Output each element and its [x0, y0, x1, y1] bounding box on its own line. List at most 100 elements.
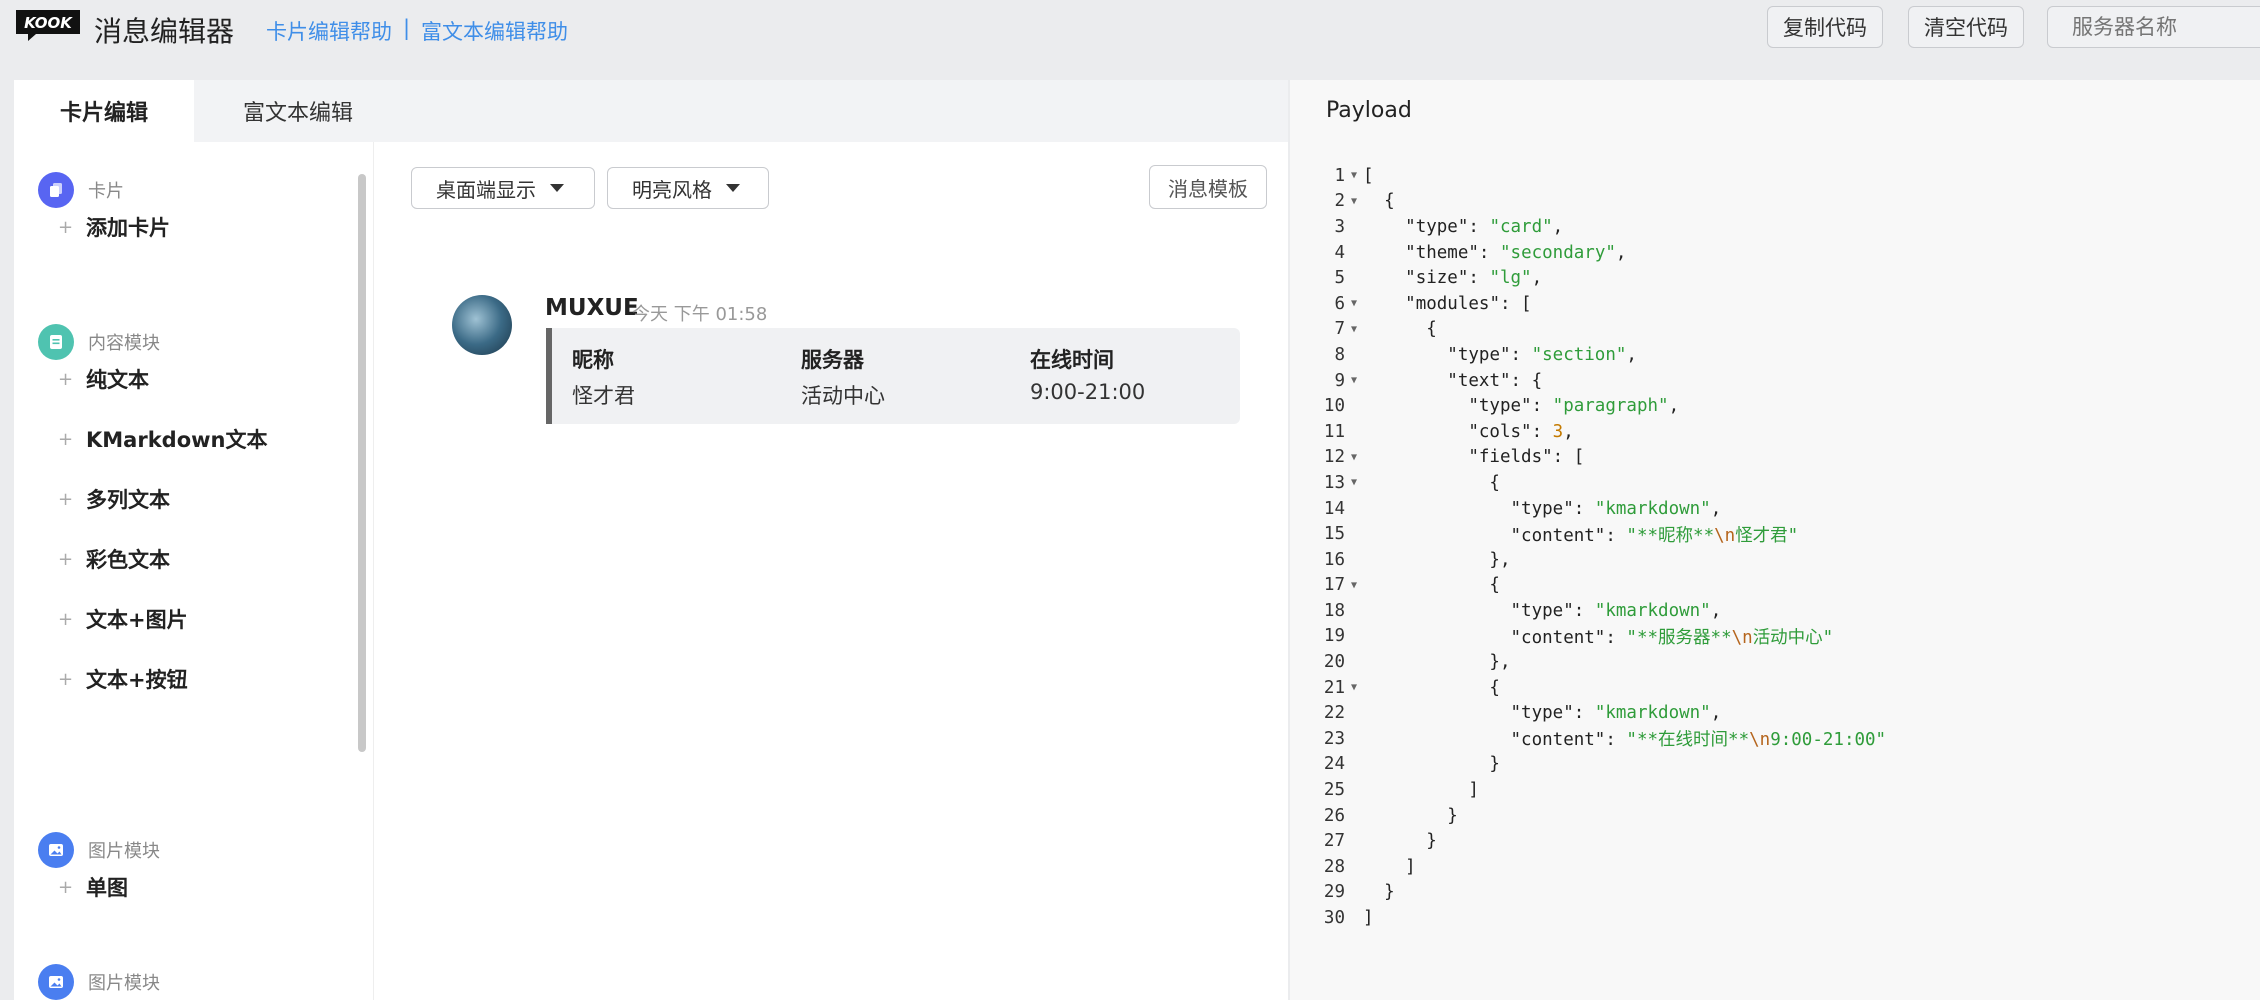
caret-down-icon [726, 184, 740, 192]
copy-code-button[interactable]: 复制代码 [1767, 6, 1883, 48]
line-number: 26 [1323, 805, 1345, 826]
field-title: 在线时间 [1030, 348, 1114, 372]
richtext-help-link[interactable]: 富文本编辑帮助 [421, 16, 568, 46]
server-name-input[interactable] [2047, 6, 2260, 48]
fold-arrow-icon[interactable]: ▼ [1345, 580, 1363, 591]
code-line: 28 ] [1290, 854, 2260, 880]
line-number: 27 [1323, 831, 1345, 852]
sidebar-section: 卡片 [38, 172, 124, 208]
field-title: 服务器 [801, 348, 864, 372]
code-text: }, [1363, 652, 1511, 673]
code-line: 4 "theme": "secondary", [1290, 240, 2260, 266]
tab-richtext-edit[interactable]: 富文本编辑 [194, 80, 402, 142]
code-line: 22 "type": "kmarkdown", [1290, 700, 2260, 726]
code-text: "type": "kmarkdown", [1510, 498, 1722, 519]
sidebar-section: 图片模块 [38, 832, 160, 868]
code-text: "content": "**昵称**\n怪才君" [1510, 525, 1799, 546]
fold-arrow-icon[interactable]: ▼ [1345, 477, 1363, 488]
payload-panel: Payload 1 ▼[2 ▼ {3 "type": "card", 4 "theme… [1290, 80, 2260, 1000]
code-editor[interactable]: 1 ▼[2 ▼ {3 "type": "card", 4 "theme": "seco… [1290, 163, 2260, 931]
code-text: "type": "paragraph", [1468, 396, 1680, 417]
code-line: 12 ▼ "fields": [ [1290, 445, 2260, 471]
theme-dropdown[interactable]: 明亮风格 [607, 167, 769, 209]
fold-arrow-icon[interactable]: ▼ [1345, 170, 1363, 181]
sidebar-section-label: 图片模块 [88, 973, 160, 994]
sidebar-item[interactable]: + 纯文本 [58, 364, 149, 394]
code-line: 10 "type": "paragraph", [1290, 393, 2260, 419]
editor-panel: 卡片编辑 富文本编辑 卡片 + 添加卡片 内容模块 + 纯文本 + KMarkdown文本 + 多… [14, 80, 1288, 1000]
message-username: MUXUE [545, 295, 639, 321]
code-text: ] [1363, 856, 1416, 877]
page-title: 消息编辑器 [94, 15, 235, 48]
text-module-icon [38, 324, 74, 360]
tab-card-edit[interactable]: 卡片编辑 [14, 80, 194, 142]
code-text: "type": "card", [1405, 216, 1564, 237]
code-line: 20 }, [1290, 649, 2260, 675]
sidebar-item[interactable]: + 多列文本 [58, 484, 170, 514]
fold-arrow-icon[interactable]: ▼ [1345, 324, 1363, 335]
line-number: 7 [1334, 319, 1345, 340]
plus-icon: + [58, 548, 74, 570]
sidebar-section-label: 卡片 [88, 181, 124, 202]
field-value: 9:00-21:00 [1030, 380, 1146, 404]
code-text: } [1363, 831, 1437, 852]
plus-icon: + [58, 216, 74, 238]
avatar [452, 295, 512, 355]
message-template-button[interactable]: 消息模板 [1149, 165, 1267, 209]
app-header: KOOK 消息编辑器 卡片编辑帮助 | 富文本编辑帮助 复制代码 清空代码 [0, 0, 2260, 80]
code-line: 29 } [1290, 880, 2260, 906]
plus-icon: + [58, 428, 74, 450]
code-line: 7 ▼ { [1290, 317, 2260, 343]
plus-icon: + [58, 368, 74, 390]
code-text: ] [1363, 908, 1374, 929]
theme-dropdown-label: 明亮风格 [632, 177, 712, 202]
sidebar-scrollbar[interactable] [358, 174, 366, 752]
sidebar-item[interactable]: + 添加卡片 [58, 212, 170, 242]
kook-logo: KOOK [14, 8, 82, 42]
field-value: 怪才君 [572, 384, 635, 408]
fold-arrow-icon[interactable]: ▼ [1345, 452, 1363, 463]
line-number: 17 [1323, 575, 1345, 596]
fold-arrow-icon[interactable]: ▼ [1345, 682, 1363, 693]
sidebar-item[interactable]: + 文本+按钮 [58, 664, 188, 694]
sidebar-item[interactable]: + 文本+图片 [58, 604, 188, 634]
card-preview: 昵称 怪才君 服务器 活动中心 在线时间 9:00-21:00 [546, 328, 1240, 424]
field-title: 昵称 [572, 348, 614, 372]
code-line: 14 "type": "kmarkdown", [1290, 496, 2260, 522]
card-icon [38, 172, 74, 208]
sidebar-item[interactable]: + KMarkdown文本 [58, 424, 267, 454]
code-text: { [1363, 472, 1500, 493]
line-number: 23 [1323, 728, 1345, 749]
device-dropdown[interactable]: 桌面端显示 [411, 167, 595, 209]
code-line: 1 ▼[ [1290, 163, 2260, 189]
code-line: 18 "type": "kmarkdown", [1290, 598, 2260, 624]
sidebar-item[interactable]: + 彩色文本 [58, 544, 170, 574]
code-text: "size": "lg", [1405, 268, 1543, 289]
fold-arrow-icon[interactable]: ▼ [1345, 196, 1363, 207]
sidebar-item-label: KMarkdown文本 [86, 428, 268, 452]
svg-text:KOOK: KOOK [24, 14, 73, 32]
plus-icon: + [58, 876, 74, 898]
code-text: { [1363, 191, 1395, 212]
help-separator: | [403, 16, 411, 40]
module-sidebar: 卡片 + 添加卡片 内容模块 + 纯文本 + KMarkdown文本 + 多列文本 + 彩色文本 + 文本… [14, 142, 374, 1000]
clear-code-button[interactable]: 清空代码 [1908, 6, 2024, 48]
code-text: [ [1363, 165, 1374, 186]
sidebar-item-label: 纯文本 [86, 368, 149, 392]
sidebar-item-label: 添加卡片 [86, 216, 170, 240]
card-help-link[interactable]: 卡片编辑帮助 [266, 16, 392, 46]
payload-title: Payload [1326, 98, 1412, 123]
fold-arrow-icon[interactable]: ▼ [1345, 375, 1363, 386]
line-number: 24 [1323, 754, 1345, 775]
fold-arrow-icon[interactable]: ▼ [1345, 298, 1363, 309]
line-number: 16 [1323, 549, 1345, 570]
line-number: 22 [1323, 703, 1345, 724]
code-line: 24 } [1290, 752, 2260, 778]
code-text: { [1363, 677, 1500, 698]
code-line: 5 "size": "lg", [1290, 265, 2260, 291]
sidebar-item[interactable]: + 单图 [58, 872, 128, 902]
line-number: 4 [1334, 242, 1345, 263]
code-text: "fields": [ [1468, 447, 1585, 468]
line-number: 14 [1323, 498, 1345, 519]
plus-icon: + [58, 488, 74, 510]
